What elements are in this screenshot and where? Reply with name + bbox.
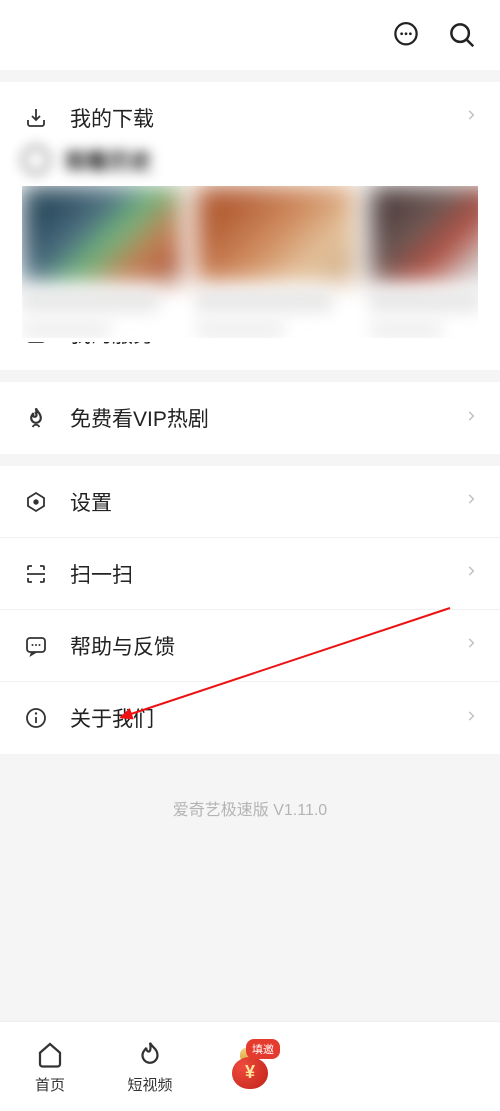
history-icon (22, 146, 50, 174)
thumb-title (370, 290, 478, 312)
thumb-title (22, 290, 158, 312)
menu-group-system: 设置 扫一扫 帮助与反馈 关 (0, 466, 500, 754)
chevron-right-icon (464, 108, 478, 127)
history-thumb[interactable] (370, 186, 478, 338)
menu-item-scan[interactable]: 扫一扫 (0, 538, 500, 610)
main-scroll: 观看历史 我的下载 (0, 70, 500, 1021)
thumb-image (196, 186, 356, 282)
bottom-nav: 首页 短视频 ¥ 填邀 (0, 1021, 500, 1111)
menu-label: 扫一扫 (70, 559, 464, 589)
menu-item-settings[interactable]: 设置 (0, 466, 500, 538)
history-carousel[interactable] (22, 186, 478, 338)
menu-item-feedback[interactable]: 帮助与反馈 (0, 610, 500, 682)
nav-badge: 填邀 (246, 1039, 280, 1059)
history-section: 观看历史 (0, 140, 500, 342)
menu-item-free-vip[interactable]: 免费看VIP热剧 (0, 382, 500, 454)
history-thumb[interactable] (196, 186, 356, 338)
menu-group-vip: 免费看VIP热剧 (0, 382, 500, 454)
scan-icon (22, 560, 50, 588)
history-title: 观看历史 (64, 144, 152, 176)
nav-earn-money[interactable]: ¥ 填邀 (200, 1045, 300, 1089)
feedback-icon (22, 632, 50, 660)
thumb-subtitle (196, 320, 284, 338)
menu-label: 设置 (70, 487, 464, 517)
chevron-right-icon (464, 709, 478, 728)
nav-shortvideo[interactable]: 短视频 (100, 1038, 200, 1095)
section-gap (0, 70, 500, 82)
thumb-subtitle (370, 320, 442, 338)
chevron-right-icon (464, 409, 478, 428)
search-icon[interactable] (446, 19, 478, 51)
nav-label: 短视频 (127, 1074, 172, 1095)
section-gap (0, 370, 500, 382)
history-thumb[interactable] (22, 186, 182, 338)
chat-icon[interactable] (390, 19, 422, 51)
menu-label: 我的下载 (70, 103, 464, 133)
chevron-right-icon (464, 636, 478, 655)
flame-outline-icon (134, 1038, 166, 1070)
home-icon (34, 1038, 66, 1070)
flame-icon (22, 404, 50, 432)
thumb-title (196, 290, 332, 312)
menu-label: 帮助与反馈 (70, 631, 464, 661)
thumb-image (370, 186, 478, 282)
thumb-subtitle (22, 320, 110, 338)
menu-item-about[interactable]: 关于我们 (0, 682, 500, 754)
info-icon (22, 704, 50, 732)
menu-label: 免费看VIP热剧 (70, 403, 464, 433)
menu-label: 关于我们 (70, 703, 464, 733)
download-icon (22, 104, 50, 132)
hexagon-icon (22, 488, 50, 516)
nav-home[interactable]: 首页 (0, 1038, 100, 1095)
chevron-right-icon (464, 492, 478, 511)
thumb-image (22, 186, 182, 282)
top-bar (0, 0, 500, 70)
app-version: 爱奇艺极速版 V1.11.0 (0, 754, 500, 860)
chevron-right-icon (464, 564, 478, 583)
nav-label: 首页 (35, 1074, 65, 1095)
section-gap (0, 454, 500, 466)
